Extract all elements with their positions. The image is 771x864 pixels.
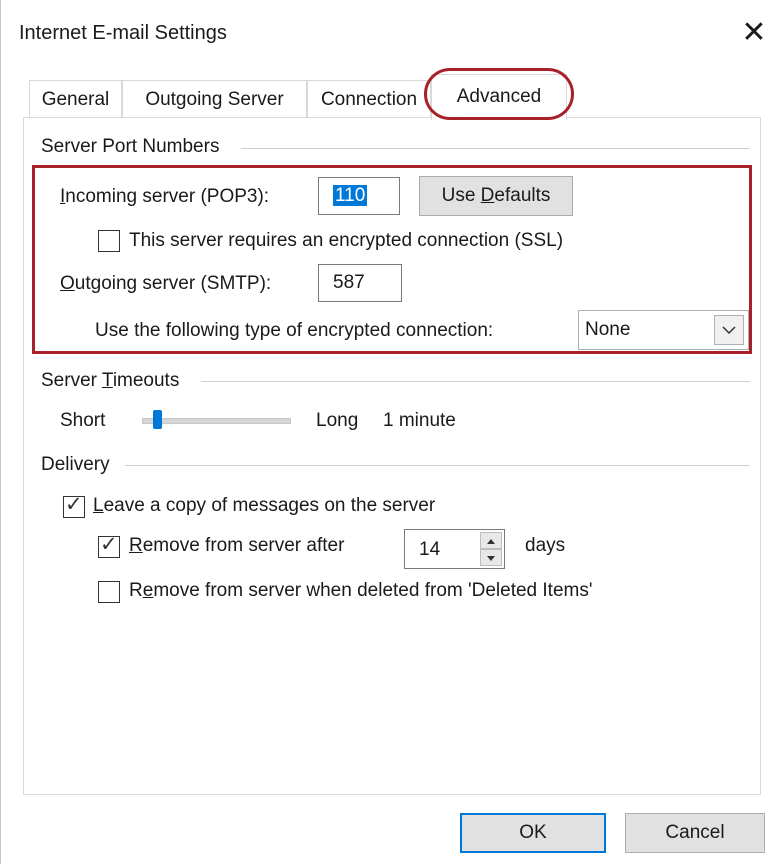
dialog-title: Internet E-mail Settings [19, 22, 227, 44]
incoming-port-value: 110 [333, 185, 368, 206]
tab-advanced-label: Advanced [456, 86, 542, 107]
spin-up-icon[interactable] [480, 532, 502, 549]
remove-after-label: Remove from server after [129, 535, 345, 556]
tab-advanced[interactable]: Advanced [431, 74, 567, 120]
spin-down-icon[interactable] [480, 549, 502, 566]
tab-general[interactable]: General [29, 80, 122, 118]
tab-outgoing-server[interactable]: Outgoing Server [122, 80, 307, 118]
group-label-timeouts: Server Timeouts [41, 370, 188, 392]
days-label: days [525, 535, 566, 556]
group-divider [125, 465, 750, 466]
cancel-button[interactable]: Cancel [625, 813, 765, 853]
group-divider [241, 148, 750, 149]
close-button[interactable]: ✕ [737, 16, 771, 50]
timeout-value: 1 minute [383, 410, 456, 431]
chevron-down-icon[interactable] [714, 315, 744, 345]
timeout-long-label: Long [316, 410, 359, 431]
leave-copy-label: Leave a copy of messages on the server [93, 495, 436, 516]
encryption-type-label: Use the following type of encrypted conn… [95, 320, 494, 341]
group-divider [201, 381, 750, 382]
dialog-window: Internet E-mail Settings ✕ General Outgo… [0, 0, 771, 864]
incoming-port-input[interactable]: 110 [318, 177, 400, 215]
timeout-short-label: Short [60, 410, 106, 431]
group-label-server-ports: Server Port Numbers [41, 136, 228, 158]
outgoing-server-label-text: utgoing server (SMTP): [74, 273, 272, 294]
tab-outgoing-server-label: Outgoing Server [145, 89, 284, 110]
tab-connection-label: Connection [320, 89, 418, 110]
ssl-checkbox-label: This server requires an encrypted connec… [129, 230, 564, 251]
ssl-checkbox[interactable] [98, 230, 120, 252]
timeout-slider-track[interactable] [142, 418, 291, 424]
encryption-type-value: None [585, 319, 631, 340]
remove-after-checkbox[interactable]: ✓ [98, 533, 120, 558]
leave-copy-checkbox[interactable]: ✓ [63, 493, 85, 518]
remove-after-days-stepper[interactable]: 14 [404, 529, 505, 569]
outgoing-port-input[interactable]: 587 [318, 264, 402, 302]
timeout-slider-thumb[interactable] [153, 410, 162, 429]
tab-general-label: General [41, 89, 110, 110]
outgoing-server-label: Outgoing server (SMTP): [60, 273, 272, 294]
remove-deleted-label: Remove from server when deleted from 'De… [129, 580, 593, 601]
encryption-type-dropdown[interactable]: None [578, 310, 749, 350]
use-defaults-button[interactable]: Use Defaults [419, 176, 573, 216]
group-label-delivery: Delivery [41, 454, 118, 476]
remove-after-days-value: 14 [419, 539, 441, 560]
incoming-server-label-text: ncoming server (POP3): [65, 186, 270, 207]
outgoing-port-value: 587 [333, 272, 365, 293]
incoming-server-label: Incoming server (POP3): [60, 186, 270, 207]
remove-deleted-checkbox[interactable] [98, 581, 120, 603]
check-icon: ✓ [100, 533, 118, 556]
tab-connection[interactable]: Connection [307, 80, 431, 118]
ok-button[interactable]: OK [460, 813, 606, 853]
check-icon: ✓ [65, 493, 83, 516]
